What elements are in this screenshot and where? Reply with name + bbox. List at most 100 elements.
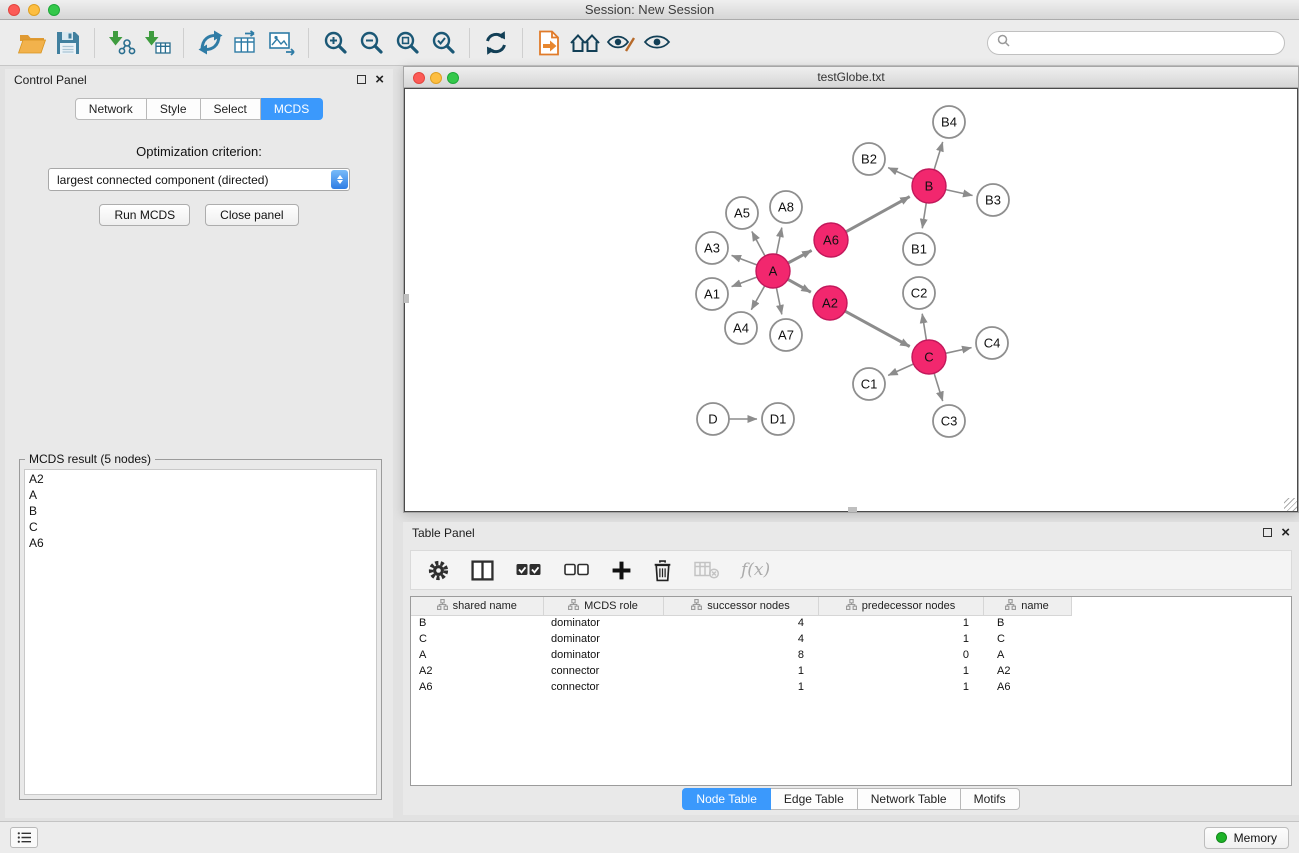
close-panel-icon[interactable]: ×	[375, 75, 384, 85]
export-image-icon[interactable]	[264, 26, 300, 60]
table-cell[interactable]: dominator	[543, 615, 663, 631]
task-history-button[interactable]	[10, 827, 38, 848]
table-cell[interactable]: B	[411, 615, 543, 631]
graph-edge-A-A7[interactable]	[776, 288, 781, 315]
graph-node-A[interactable]: A	[756, 254, 790, 288]
float-table-panel-icon[interactable]	[1263, 528, 1272, 537]
graph-edge-A-A5[interactable]	[752, 232, 765, 257]
graph-edge-A2-C[interactable]	[845, 311, 910, 346]
delete-table-icon[interactable]	[693, 560, 720, 580]
minimize-window-button[interactable]	[28, 4, 40, 16]
criterion-dropdown[interactable]: largest connected component (directed)	[48, 168, 350, 191]
graph-edge-A-A1[interactable]	[732, 277, 758, 287]
column-header-name[interactable]: name	[983, 597, 1071, 615]
table-cell[interactable]: 1	[663, 663, 818, 679]
maximize-window-button[interactable]	[48, 4, 60, 16]
graph-edge-A6-B[interactable]	[846, 197, 910, 232]
tab-node-table[interactable]: Node Table	[682, 788, 771, 810]
graph-node-C2[interactable]: C2	[903, 277, 935, 309]
graph-edge-C-C1[interactable]	[888, 364, 913, 375]
column-header-mcds-role[interactable]: MCDS role	[543, 597, 663, 615]
table-cell[interactable]: 8	[663, 647, 818, 663]
table-row[interactable]: A2connector11A2	[411, 663, 1071, 679]
network-close-button[interactable]	[413, 72, 425, 84]
show-columns-icon[interactable]	[471, 560, 494, 581]
close-window-button[interactable]	[8, 4, 20, 16]
deselect-all-columns-icon[interactable]	[563, 560, 590, 580]
graph-node-A6[interactable]: A6	[814, 223, 848, 257]
search-field[interactable]	[987, 31, 1285, 55]
select-all-columns-icon[interactable]	[515, 560, 542, 580]
zoom-out-icon[interactable]	[353, 26, 389, 60]
graph-edge-B-B1[interactable]	[922, 203, 926, 229]
tab-select[interactable]: Select	[201, 98, 261, 120]
table-cell[interactable]: 1	[818, 615, 983, 631]
show-graphics-details-icon[interactable]	[639, 26, 675, 60]
network-table-icon[interactable]	[228, 26, 264, 60]
table-cell[interactable]: 1	[818, 679, 983, 695]
graph-edge-C-C3[interactable]	[934, 373, 943, 401]
graph-node-B4[interactable]: B4	[933, 106, 965, 138]
horizontal-scroll-indicator[interactable]	[848, 507, 857, 512]
graph-node-A2[interactable]: A2	[813, 286, 847, 320]
table-cell[interactable]: A6	[983, 679, 1071, 695]
table-cell[interactable]: C	[983, 631, 1071, 647]
network-canvas[interactable]: B4B2BB3A5A8A6B1A3AC2A1A2A4A7CC4C1C3DD1	[404, 88, 1298, 512]
mcds-result-item[interactable]: A	[29, 487, 372, 503]
table-row[interactable]: Bdominator41B	[411, 615, 1071, 631]
table-cell[interactable]: 1	[818, 631, 983, 647]
tab-network-table[interactable]: Network Table	[858, 788, 961, 810]
import-network-icon[interactable]	[103, 26, 139, 60]
graph-edge-A-A3[interactable]	[732, 255, 758, 265]
graph-edge-B-B3[interactable]	[946, 190, 973, 196]
table-cell[interactable]: dominator	[543, 631, 663, 647]
graph-node-B1[interactable]: B1	[903, 233, 935, 265]
graph-edge-C-C2[interactable]	[922, 314, 926, 341]
graph-node-A5[interactable]: A5	[726, 197, 758, 229]
graph-edge-B-B2[interactable]	[888, 168, 913, 179]
graph-node-B[interactable]: B	[912, 169, 946, 203]
table-cell[interactable]: 1	[663, 679, 818, 695]
graph-node-B3[interactable]: B3	[977, 184, 1009, 216]
table-cell[interactable]: A	[983, 647, 1071, 663]
graph-node-A3[interactable]: A3	[696, 232, 728, 264]
table-cell[interactable]: C	[411, 631, 543, 647]
add-column-icon[interactable]	[611, 560, 632, 581]
graph-edge-C-C4[interactable]	[946, 348, 972, 354]
table-row[interactable]: Cdominator41C	[411, 631, 1071, 647]
import-table-icon[interactable]	[139, 26, 175, 60]
table-cell[interactable]: 4	[663, 631, 818, 647]
mcds-result-item[interactable]: C	[29, 519, 372, 535]
tab-motifs[interactable]: Motifs	[961, 788, 1020, 810]
graph-node-B2[interactable]: B2	[853, 143, 885, 175]
table-cell[interactable]: connector	[543, 679, 663, 695]
delete-column-trash-icon[interactable]	[653, 559, 672, 582]
graph-node-A1[interactable]: A1	[696, 278, 728, 310]
table-cell[interactable]: 4	[663, 615, 818, 631]
graph-node-C[interactable]: C	[912, 340, 946, 374]
column-header-predecessor-nodes[interactable]: predecessor nodes	[818, 597, 983, 615]
graph-node-C1[interactable]: C1	[853, 368, 885, 400]
column-header-successor-nodes[interactable]: successor nodes	[663, 597, 818, 615]
network-overview-icon[interactable]	[567, 26, 603, 60]
tab-style[interactable]: Style	[147, 98, 201, 120]
table-cell[interactable]: connector	[543, 663, 663, 679]
table-cell[interactable]: B	[983, 615, 1071, 631]
vertical-scroll-indicator[interactable]	[404, 294, 409, 303]
tab-edge-table[interactable]: Edge Table	[771, 788, 858, 810]
mcds-result-item[interactable]: B	[29, 503, 372, 519]
graph-node-C3[interactable]: C3	[933, 405, 965, 437]
mcds-result-item[interactable]: A6	[29, 535, 372, 551]
zoom-fit-icon[interactable]	[389, 26, 425, 60]
graph-node-D1[interactable]: D1	[762, 403, 794, 435]
zoom-in-icon[interactable]	[317, 26, 353, 60]
table-cell[interactable]: dominator	[543, 647, 663, 663]
zoom-selected-icon[interactable]	[425, 26, 461, 60]
close-table-panel-icon[interactable]: ×	[1281, 528, 1290, 538]
save-icon[interactable]	[50, 26, 86, 60]
graph-edge-A-A4[interactable]	[751, 286, 764, 310]
tab-network[interactable]: Network	[75, 98, 147, 120]
float-panel-icon[interactable]	[357, 75, 366, 84]
graph-edge-B-B4[interactable]	[934, 142, 943, 170]
tab-mcds[interactable]: MCDS	[261, 98, 323, 120]
